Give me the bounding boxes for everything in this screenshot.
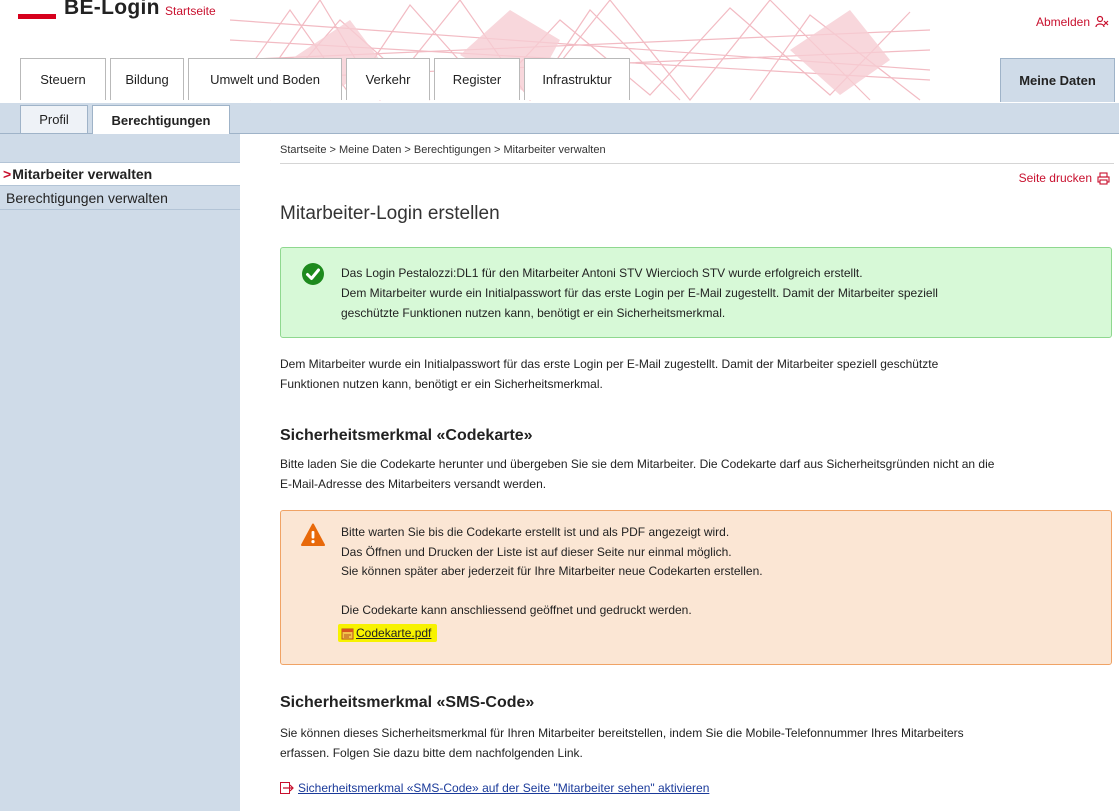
- sms-line: erfassen. Folgen Sie dazu bitte dem nach…: [280, 746, 583, 760]
- active-marker: >: [3, 166, 12, 182]
- success-line: Dem Mitarbeiter wurde ein Initialpasswor…: [341, 286, 938, 300]
- pdf-link-label: Codekarte.pdf: [356, 626, 432, 640]
- tab-meine-daten[interactable]: Meine Daten: [1000, 58, 1115, 102]
- divider: [280, 163, 1114, 164]
- codekarte-pdf-link[interactable]: Codekarte.pdf: [338, 624, 438, 642]
- print-label: Seite drucken: [1018, 171, 1092, 185]
- codekarte-line: Bitte laden Sie die Codekarte herunter u…: [280, 457, 995, 471]
- sms-heading: Sicherheitsmerkmal «SMS-Code»: [280, 694, 535, 711]
- tab-verkehr[interactable]: Verkehr: [346, 58, 430, 100]
- intro-line: Dem Mitarbeiter wurde ein Initialpasswor…: [280, 357, 939, 371]
- success-text: Das Login Pestalozzi:DL1 für den Mitarbe…: [341, 263, 1101, 323]
- print-link[interactable]: Seite drucken: [1019, 171, 1110, 185]
- sms-activate-link[interactable]: Sicherheitsmerkmal «SMS-Code» auf der Se…: [280, 781, 709, 795]
- success-message: Das Login Pestalozzi:DL1 für den Mitarbe…: [280, 247, 1112, 338]
- pdf-file-icon: [341, 628, 354, 639]
- tab-umwelt-und-boden[interactable]: Umwelt und Boden: [188, 58, 342, 100]
- subtab-berechtigungen[interactable]: Berechtigungen: [92, 105, 230, 135]
- warning-line: Bitte warten Sie bis die Codekarte erste…: [341, 525, 730, 539]
- codekarte-line: E-Mail-Adresse des Mitarbeiters versandt…: [280, 477, 547, 491]
- tab-infrastruktur[interactable]: Infrastruktur: [524, 58, 630, 100]
- tab-register[interactable]: Register: [434, 58, 520, 100]
- success-line: geschützte Funktionen nutzen kann, benöt…: [341, 306, 726, 320]
- logo-bar: [18, 14, 56, 19]
- codekarte-text: Bitte laden Sie die Codekarte herunter u…: [280, 454, 1114, 494]
- tab-steuern[interactable]: Steuern: [20, 58, 106, 100]
- tab-bildung[interactable]: Bildung: [110, 58, 184, 100]
- logout-label: Abmelden: [1035, 15, 1090, 29]
- printer-icon: [1097, 171, 1110, 185]
- sidebar: > Mitarbeiter verwalten Berechtigungen v…: [0, 134, 240, 811]
- main-tabs: Steuern Bildung Umwelt und Boden Verkehr…: [0, 58, 1119, 102]
- logout-link[interactable]: Abmelden: [1036, 15, 1109, 29]
- sidebar-item-label: Berechtigungen verwalten: [6, 189, 168, 206]
- warning-line: Sie können später aber jederzeit für Ihr…: [341, 564, 763, 578]
- warning-icon: [301, 523, 325, 546]
- sms-link-label: Sicherheitsmerkmal «SMS-Code» auf der Se…: [298, 781, 710, 795]
- home-link[interactable]: Startseite: [165, 4, 216, 18]
- logout-icon: [1095, 15, 1109, 28]
- sub-navigation: Profil Berechtigungen: [0, 103, 1119, 135]
- link-arrow-icon: [280, 782, 294, 794]
- warning-text: Bitte warten Sie bis die Codekarte erste…: [341, 523, 1101, 621]
- sidebar-item-berechtigungen-verwalten[interactable]: Berechtigungen verwalten: [0, 186, 240, 210]
- check-circle-icon: [302, 263, 324, 285]
- page-title: Mitarbeiter-Login erstellen: [280, 203, 500, 224]
- intro-line: Funktionen nutzen kann, benötigt er ein …: [280, 377, 603, 391]
- warning-line: Die Codekarte kann anschliessend geöffne…: [341, 603, 692, 617]
- sidebar-item-mitarbeiter-verwalten[interactable]: > Mitarbeiter verwalten: [0, 162, 240, 186]
- intro-text: Dem Mitarbeiter wurde ein Initialpasswor…: [280, 354, 1114, 394]
- success-line: Das Login Pestalozzi:DL1 für den Mitarbe…: [341, 266, 863, 280]
- sms-line: Sie können dieses Sicherheitsmerkmal für…: [280, 726, 964, 740]
- warning-message: Bitte warten Sie bis die Codekarte erste…: [280, 510, 1112, 665]
- header: BE-Login Startseite Abmelden Steuern Bil…: [0, 0, 1119, 102]
- warning-line: Das Öffnen und Drucken der Liste ist auf…: [341, 544, 732, 559]
- warning-spacer: [341, 582, 1101, 602]
- sms-text: Sie können dieses Sicherheitsmerkmal für…: [280, 723, 1114, 763]
- subtab-profil[interactable]: Profil: [20, 105, 88, 133]
- sidebar-item-label: Mitarbeiter verwalten: [12, 166, 153, 182]
- codekarte-heading: Sicherheitsmerkmal «Codekarte»: [280, 427, 533, 444]
- app-title: BE-Login: [64, 0, 160, 19]
- breadcrumb: Startseite > Meine Daten > Berechtigunge…: [280, 144, 606, 156]
